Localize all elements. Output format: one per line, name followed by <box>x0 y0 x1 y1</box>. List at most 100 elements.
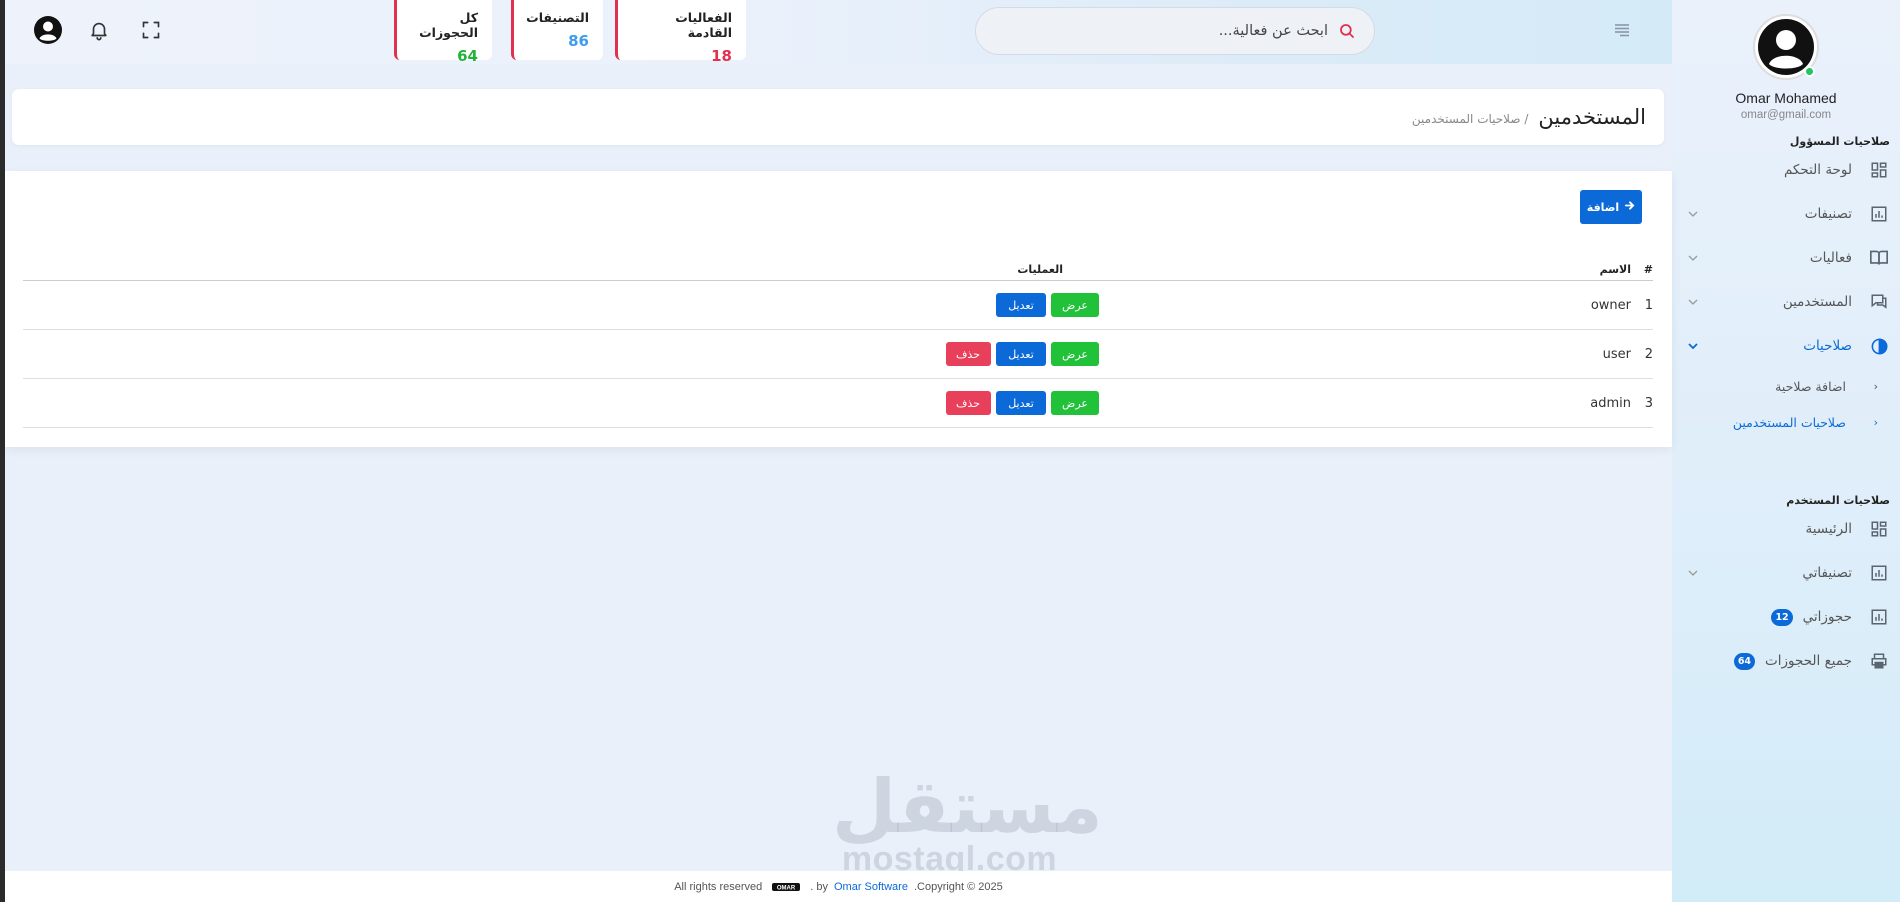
chevron-down-icon[interactable] <box>1686 566 1700 580</box>
row-name: admin <box>1590 395 1631 411</box>
chart-icon <box>1868 562 1890 584</box>
delete-button[interactable]: حذف <box>946 342 991 366</box>
page-title: المستخدمين <box>1538 105 1646 129</box>
count-badge: 64 <box>1733 652 1756 670</box>
row-index: 1 <box>1644 297 1653 313</box>
footer-rights: All rights reserved <box>674 880 763 893</box>
row-index: 2 <box>1644 346 1653 362</box>
online-status-dot <box>1804 66 1815 77</box>
watermark-latin: mostaql.com <box>841 840 1058 878</box>
column-header-operations: العمليات <box>23 263 1424 276</box>
user-menu: الرئيسية تصنيفاتي حجوزاتي 12 جميع الحجوز… <box>1672 507 1900 683</box>
book-icon <box>1868 247 1890 269</box>
row-name: user <box>1602 346 1631 362</box>
column-header-label: العمليات <box>1017 263 1063 276</box>
content-card: اضافة # الاسم العمليات 1 owner عرض تعديل… <box>5 171 1672 447</box>
chat-icon <box>1868 291 1890 313</box>
search-input[interactable] <box>994 23 1328 39</box>
avatar[interactable] <box>1753 14 1819 80</box>
view-button[interactable]: عرض <box>1051 293 1099 317</box>
sidebar: Omar Mohamed omar@gmail.com صلاحيات المس… <box>1672 0 1900 902</box>
stat-card-categories: التصنيفات 86 <box>511 0 603 60</box>
sidebar-item-dashboard[interactable]: لوحة التحكم <box>1672 148 1900 192</box>
chevron-down-icon[interactable] <box>1686 339 1700 353</box>
svg-text:OMAR: OMAR <box>777 885 796 891</box>
sidebar-item-events[interactable]: فعاليات <box>1672 236 1900 280</box>
sidebar-item-label: تصنيفات <box>1804 206 1852 222</box>
bell-icon[interactable] <box>84 15 114 45</box>
submenu-item-user-permissions[interactable]: ‹ صلاحيات المستخدمين <box>1672 404 1900 440</box>
sidebar-item-label: فعاليات <box>1809 250 1852 266</box>
dashboard-icon <box>1868 518 1890 540</box>
edit-button[interactable]: تعديل <box>996 293 1046 317</box>
edit-button[interactable]: تعديل <box>996 342 1046 366</box>
user-email: omar@gmail.com <box>1740 109 1832 121</box>
arrow-right-icon <box>1624 200 1635 214</box>
menu-toggle-icon[interactable] <box>1613 22 1631 37</box>
permissions-submenu: ‹ اضافة صلاحية ‹ صلاحيات المستخدمين <box>1672 368 1900 440</box>
page-title-card: المستخدمين / صلاحيات المستخدمين <box>12 89 1664 145</box>
table-row: 2 user عرض تعديل حذف <box>23 330 1653 379</box>
table-header: # الاسم العمليات <box>23 259 1653 281</box>
chart-icon <box>1868 606 1890 628</box>
user-section-title: صلاحيات المستخدم <box>1786 494 1890 507</box>
top-header: كل الحجوزات 64 التصنيفات 86 الفعاليات ال… <box>5 0 1672 65</box>
stat-card-bookings: كل الحجوزات 64 <box>394 0 492 65</box>
row-operations: عرض تعديل <box>23 293 1424 317</box>
chevron-down-icon[interactable] <box>1686 251 1700 265</box>
sidebar-item-label: جميع الحجوزات <box>1765 653 1852 669</box>
user-avatar-icon[interactable] <box>33 15 63 45</box>
sidebar-item-label: صلاحيات <box>1803 338 1852 354</box>
column-header-index: # <box>1643 263 1653 276</box>
sidebar-item-label: لوحة التحكم <box>1783 162 1852 178</box>
breadcrumb[interactable]: / صلاحيات المستخدمين <box>1412 112 1529 126</box>
view-button[interactable]: عرض <box>1051 342 1099 366</box>
submenu-item-label: اضافة صلاحية <box>1775 378 1846 394</box>
stat-value: 64 <box>457 47 478 65</box>
stat-value: 18 <box>711 47 732 65</box>
sidebar-item-permissions[interactable]: صلاحيات <box>1672 324 1900 368</box>
fullscreen-icon[interactable] <box>136 15 166 45</box>
sidebar-item-my-categories[interactable]: تصنيفاتي <box>1672 551 1900 595</box>
edit-button[interactable]: تعديل <box>996 391 1046 415</box>
chevron-down-icon[interactable] <box>1686 207 1700 221</box>
dashboard-icon <box>1868 159 1890 181</box>
sidebar-item-home[interactable]: الرئيسية <box>1672 507 1900 551</box>
add-button[interactable]: اضافة <box>1580 190 1642 224</box>
globe-icon <box>1868 335 1890 357</box>
table-row: 1 owner عرض تعديل <box>23 281 1653 330</box>
footer-brand-link[interactable]: Omar Software <box>834 881 908 893</box>
user-name: Omar Mohamed <box>1735 90 1837 106</box>
stat-card-upcoming-events: الفعاليات القادمة 18 <box>615 0 746 65</box>
sidebar-item-categories[interactable]: تصنيفات <box>1672 192 1900 236</box>
chevron-left-icon: ‹ <box>1873 415 1878 429</box>
row-operations: عرض تعديل حذف <box>23 342 1424 366</box>
window-edge <box>0 0 5 902</box>
add-button-label: اضافة <box>1586 200 1620 214</box>
profile: Omar Mohamed omar@gmail.com <box>1672 0 1900 121</box>
footer-by: . by <box>810 880 828 893</box>
chevron-down-icon[interactable] <box>1686 295 1700 309</box>
stat-label: الفعاليات القادمة <box>675 10 732 40</box>
chevron-left-icon: ‹ <box>1873 379 1878 393</box>
stat-label: كل الحجوزات <box>419 10 478 40</box>
search-icon[interactable] <box>1338 22 1356 40</box>
delete-button[interactable]: حذف <box>946 391 991 415</box>
admin-section-title: صلاحيات المسؤول <box>1789 135 1890 148</box>
admin-menu: لوحة التحكم تصنيفات فعاليات المستخدمين ص… <box>1672 148 1900 368</box>
permissions-table: # الاسم العمليات 1 owner عرض تعديل 2 use… <box>23 259 1653 428</box>
printer-icon <box>1868 650 1890 672</box>
submenu-item-add-permission[interactable]: ‹ اضافة صلاحية <box>1672 368 1900 404</box>
watermark-arabic: مستقل <box>832 764 1103 850</box>
footer: All rights reserved OMAR . by Omar Softw… <box>5 871 1672 902</box>
sidebar-item-my-bookings[interactable]: حجوزاتي 12 <box>1672 595 1900 639</box>
row-index: 3 <box>1644 395 1653 411</box>
submenu-item-label: صلاحيات المستخدمين <box>1732 414 1846 430</box>
sidebar-item-users[interactable]: المستخدمين <box>1672 280 1900 324</box>
search-box[interactable] <box>975 7 1375 55</box>
omar-logo-icon: OMAR <box>772 881 801 893</box>
chart-icon <box>1868 203 1890 225</box>
view-button[interactable]: عرض <box>1051 391 1099 415</box>
row-operations: عرض تعديل حذف <box>23 391 1424 415</box>
sidebar-item-all-bookings[interactable]: جميع الحجوزات 64 <box>1672 639 1900 683</box>
